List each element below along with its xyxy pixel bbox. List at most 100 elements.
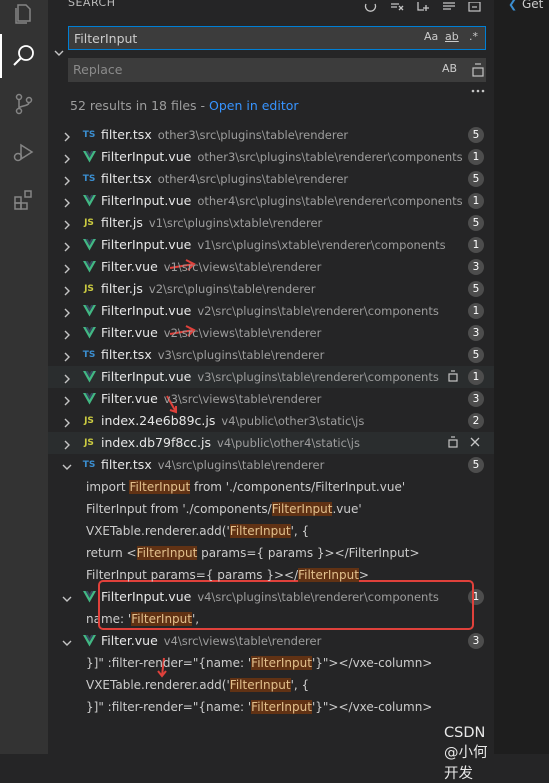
regex-toggle[interactable]: .* bbox=[469, 30, 478, 43]
match-line[interactable]: import FilterInput from './components/Fi… bbox=[86, 476, 405, 498]
match-text: ', { bbox=[290, 678, 310, 692]
vue-file-icon bbox=[82, 326, 96, 340]
chevron-right-icon[interactable] bbox=[62, 328, 70, 340]
match-count-badge: 1 bbox=[468, 149, 484, 165]
match-case-toggle[interactable]: Aa bbox=[424, 30, 438, 43]
chevron-down-icon[interactable] bbox=[62, 592, 72, 602]
match-highlight: FilterInput bbox=[129, 480, 191, 494]
replace-all-in-file-icon[interactable] bbox=[446, 369, 462, 385]
file-name: filter.tsx v4\src\plugins\table\renderer bbox=[101, 457, 325, 472]
replace-input[interactable]: Replace AB bbox=[68, 58, 486, 82]
preserve-case-toggle[interactable]: AB bbox=[442, 62, 457, 75]
file-name: Filter.vue v1\src\views\table\renderer bbox=[101, 259, 322, 274]
ts-file-icon: TS bbox=[82, 350, 96, 360]
replace-all-icon[interactable] bbox=[470, 62, 488, 80]
new-search-editor-icon[interactable] bbox=[416, 0, 434, 11]
chevron-right-icon[interactable] bbox=[62, 196, 70, 208]
search-icon[interactable] bbox=[8, 40, 40, 72]
file-row[interactable]: JS index.24e6b89c.js v4\public\other3\stat… bbox=[48, 410, 494, 432]
search-input[interactable]: FilterInput Aa ab .* bbox=[68, 26, 486, 50]
match-line[interactable]: VXETable.renderer.add('FilterInput', { bbox=[86, 674, 309, 696]
vue-file-icon bbox=[82, 150, 96, 164]
file-row[interactable]: TS filter.tsx v3\src\plugins\table\rendere… bbox=[48, 344, 494, 366]
source-control-icon[interactable] bbox=[8, 88, 40, 120]
chevron-right-icon[interactable] bbox=[62, 438, 70, 450]
whole-word-toggle[interactable]: ab bbox=[445, 30, 459, 43]
match-count-badge: 1 bbox=[468, 237, 484, 253]
match-highlight: FilterInput bbox=[136, 546, 198, 560]
match-text: }]" :filter-render="{name: ' bbox=[86, 656, 252, 670]
match-count-badge: 3 bbox=[468, 259, 484, 275]
dismiss-icon[interactable] bbox=[468, 435, 484, 451]
vue-file-icon bbox=[82, 260, 96, 274]
match-count-badge: 3 bbox=[468, 633, 484, 649]
file-name: index.24e6b89c.js v4\public\other3\static… bbox=[101, 413, 365, 428]
extensions-icon[interactable] bbox=[8, 184, 40, 216]
refresh-icon[interactable] bbox=[364, 0, 382, 12]
match-count-badge: 5 bbox=[468, 127, 484, 143]
file-row[interactable]: TS filter.tsx v4\src\plugins\table\rendere… bbox=[48, 454, 494, 476]
match-count-badge: 3 bbox=[468, 391, 484, 407]
more-options-icon[interactable] bbox=[470, 84, 488, 102]
match-text: FilterInput params={ params }></ bbox=[86, 568, 299, 582]
file-row[interactable]: TS filter.tsx other4\src\plugins\table\ren… bbox=[48, 168, 494, 190]
file-path: v4\public\other3\static\js bbox=[221, 414, 365, 428]
file-name: filter.js v1\src\plugins\xtable\renderer bbox=[101, 215, 323, 230]
file-row[interactable]: JS filter.js v2\src\plugins\table\renderer… bbox=[48, 278, 494, 300]
file-row[interactable]: Filter.vue v1\src\views\table\renderer 3 bbox=[48, 256, 494, 278]
chevron-right-icon[interactable] bbox=[62, 152, 70, 164]
vue-file-icon bbox=[82, 194, 96, 208]
chevron-right-icon[interactable] bbox=[62, 350, 70, 362]
file-row[interactable]: Filter.vue v3\src\views\table\renderer 3 bbox=[48, 388, 494, 410]
file-row[interactable]: JS filter.js v1\src\plugins\xtable\rendere… bbox=[48, 212, 494, 234]
file-row[interactable]: Filter.vue v2\src\views\table\renderer 3 bbox=[48, 322, 494, 344]
collapse-all-icon[interactable] bbox=[468, 0, 486, 12]
match-line[interactable]: FilterInput from './components/FilterInp… bbox=[86, 498, 362, 520]
chevron-down-icon[interactable] bbox=[62, 636, 72, 646]
chevron-right-icon[interactable] bbox=[62, 372, 70, 384]
open-in-editor-link[interactable]: Open in editor bbox=[209, 98, 299, 113]
editor-tab-label[interactable]: Get bbox=[522, 0, 543, 11]
chevron-right-icon[interactable] bbox=[62, 218, 70, 230]
run-debug-icon[interactable] bbox=[8, 136, 40, 168]
file-row[interactable]: FilterInput.vue other4\src\plugins\table\… bbox=[48, 190, 494, 212]
chevron-right-icon[interactable] bbox=[62, 174, 70, 186]
match-line[interactable]: return <FilterInput params={ params }></… bbox=[86, 542, 420, 564]
file-row[interactable]: FilterInput.vue v2\src\plugins\table\rend… bbox=[48, 300, 494, 322]
vue-file-icon bbox=[82, 634, 96, 648]
file-path: other3\src\plugins\table\renderer bbox=[157, 128, 349, 142]
file-row[interactable]: FilterInput.vue v1\src\plugins\xtable\ren… bbox=[48, 234, 494, 256]
vue-file-icon bbox=[82, 392, 96, 406]
file-row[interactable]: Filter.vue v4\src\views\table\renderer 3 bbox=[48, 630, 494, 652]
chevron-right-icon[interactable] bbox=[62, 130, 70, 142]
file-row[interactable]: FilterInput.vue v3\src\plugins\table\rend… bbox=[48, 366, 494, 388]
toggle-replace-chevron-icon[interactable] bbox=[52, 46, 66, 60]
replace-all-in-file-icon[interactable] bbox=[446, 435, 462, 451]
match-text: from './components/FilterInput.vue' bbox=[190, 480, 406, 494]
results-count-text: 52 results in 18 files - bbox=[70, 98, 206, 113]
file-name: FilterInput.vue v1\src\plugins\xtable\ren… bbox=[101, 237, 446, 252]
chevron-down-icon[interactable] bbox=[62, 460, 72, 470]
match-line[interactable]: }]" :filter-render="{name: 'FilterInput'… bbox=[86, 652, 432, 674]
view-as-tree-icon[interactable] bbox=[442, 0, 460, 10]
match-text: .vue' bbox=[332, 502, 362, 516]
match-line[interactable]: FilterInput params={ params }></FilterIn… bbox=[86, 564, 369, 586]
match-line[interactable]: VXETable.renderer.add('FilterInput', { bbox=[86, 520, 309, 542]
file-row[interactable]: JS index.db79f8cc.js v4\public\other4\stat… bbox=[48, 432, 494, 454]
file-row[interactable]: FilterInput.vue other3\src\plugins\table\… bbox=[48, 146, 494, 168]
match-text: > bbox=[358, 568, 369, 582]
chevron-right-icon[interactable] bbox=[62, 240, 70, 252]
match-line[interactable]: }]" :filter-render="{name: 'FilterInput'… bbox=[86, 696, 432, 718]
chevron-right-icon[interactable] bbox=[62, 262, 70, 274]
chevron-right-icon[interactable] bbox=[62, 394, 70, 406]
js-file-icon: JS bbox=[84, 218, 94, 228]
explorer-icon[interactable] bbox=[8, 0, 40, 30]
clear-results-icon[interactable] bbox=[390, 0, 408, 11]
match-count-badge: 5 bbox=[468, 457, 484, 473]
chevron-right-icon[interactable] bbox=[62, 306, 70, 318]
file-row[interactable]: TS filter.tsx other3\src\plugins\table\ren… bbox=[48, 124, 494, 146]
chevron-right-icon[interactable] bbox=[62, 284, 70, 296]
file-path: v4\public\other4\static\js bbox=[217, 436, 360, 450]
file-name: Filter.vue v4\src\views\table\renderer bbox=[101, 633, 322, 648]
chevron-right-icon[interactable] bbox=[62, 416, 70, 428]
